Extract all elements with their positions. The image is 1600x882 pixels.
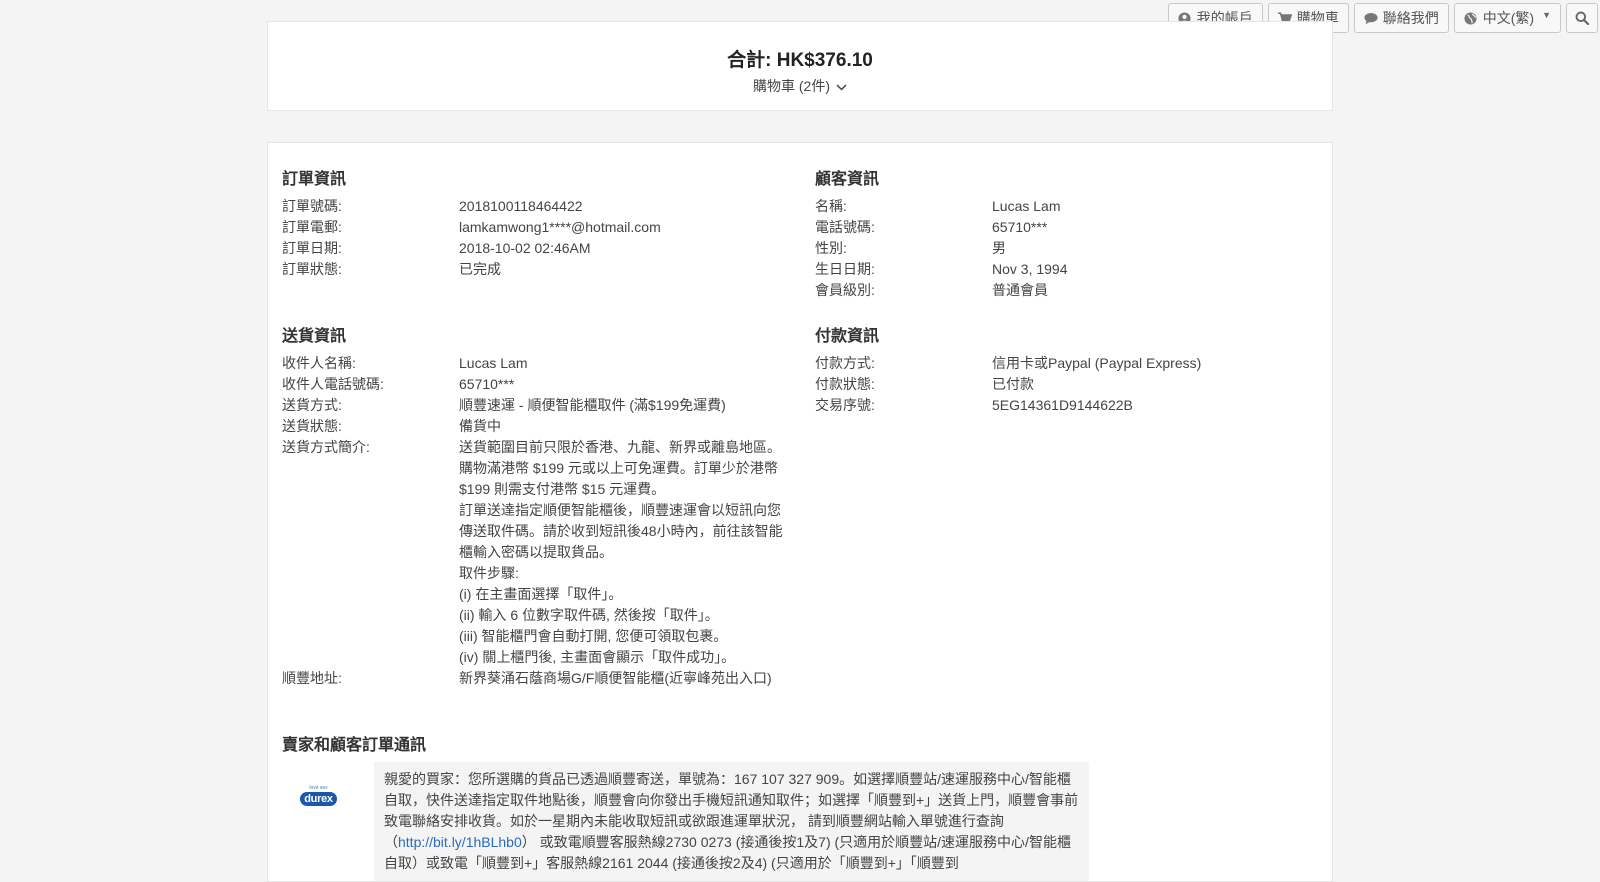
delivery-desc-paragraph: 送貨範圍目前只限於香港、九龍、新界或離島地區。購物滿港幣 $199 元或以上可免… — [459, 439, 781, 497]
search-button[interactable] — [1566, 3, 1598, 33]
customer-gender-label: 性別: — [815, 240, 847, 256]
order-status-row: 訂單狀態: 已完成 — [282, 259, 782, 280]
sf-address-value: 新界葵涌石蔭商場G/F順便智能櫃(近寧峰苑出入口) — [459, 670, 772, 686]
payment-status-label: 付款狀態: — [815, 376, 875, 392]
payment-method-row: 付款方式: 信用卡或Paypal (Paypal Express) — [815, 353, 1315, 374]
cart-items-label: 購物車 (2件) — [753, 78, 830, 94]
order-date-label: 訂單日期: — [282, 240, 342, 256]
delivery-method-desc-label: 送貨方式簡介: — [282, 439, 370, 455]
order-status-label: 訂單狀態: — [282, 261, 342, 277]
customer-birthday-label: 生日日期: — [815, 261, 875, 277]
order-info-title: 訂單資訊 — [282, 171, 347, 188]
language-dropdown[interactable]: 中文(繁) ▼ — [1453, 3, 1561, 33]
order-date-row: 訂單日期: 2018-10-02 02:46AM — [282, 238, 782, 259]
search-icon — [1575, 11, 1589, 25]
caret-down-icon: ▼ — [1542, 10, 1551, 20]
payment-method-label: 付款方式: — [815, 355, 875, 371]
order-status-value: 已完成 — [459, 261, 501, 277]
customer-name-label: 名稱: — [815, 198, 847, 214]
customer-name-value: Lucas Lam — [992, 198, 1061, 214]
sf-address-label: 順豐地址: — [282, 670, 342, 686]
language-label: 中文(繁) — [1482, 10, 1535, 26]
recipient-name-value: Lucas Lam — [459, 355, 528, 371]
communication-title: 賣家和顧客訂單通訊 — [282, 737, 427, 754]
order-email-row: 訂單電郵: lamkamwong1****@hotmail.com — [282, 217, 782, 238]
payment-status-row: 付款狀態: 已付款 — [815, 374, 1315, 395]
delivery-status-row: 送貨狀態: 備貨中 — [282, 416, 787, 437]
delivery-method-row: 送貨方式: 順豐速運 - 順便智能櫃取件 (滿$199免運費) — [282, 395, 787, 416]
delivery-desc-paragraph: (ii) 輸入 6 位數字取件碼, 然後按「取件」。 — [459, 607, 719, 623]
customer-member-level-label: 會員級別: — [815, 282, 875, 298]
chevron-down-icon — [836, 78, 847, 94]
delivery-status-value: 備貨中 — [459, 418, 501, 434]
delivery-desc-paragraph: (iv) 關上櫃門後, 主畫面會顯示「取件成功」。 — [459, 649, 736, 665]
delivery-method-desc-row: 送貨方式簡介: 送貨範圍目前只限於香港、九龍、新界或離島地區。購物滿港幣 $19… — [282, 437, 787, 668]
customer-info-title: 顧客資訊 — [815, 171, 880, 188]
delivery-desc-paragraph: (i) 在主畫面選擇「取件」。 — [459, 586, 623, 602]
tracking-link[interactable]: http://bit.ly/1hBLhb0 — [398, 834, 522, 850]
delivery-info-section: 送貨資訊 收件人名稱: Lucas Lam 收件人電話號碼: 65710*** … — [282, 322, 787, 689]
delivery-info-title: 送貨資訊 — [282, 328, 347, 345]
cart-items-toggle[interactable]: 購物車 (2件) — [753, 76, 847, 96]
customer-name-row: 名稱: Lucas Lam — [815, 196, 1315, 217]
order-info-section: 訂單資訊 訂單號碼: 2018100118464422 訂單電郵: lamkam… — [282, 165, 782, 280]
customer-member-level-row: 會員級別: 普通會員 — [815, 280, 1315, 301]
order-email-label: 訂單電郵: — [282, 219, 342, 235]
recipient-phone-value: 65710*** — [459, 376, 515, 392]
order-date-value: 2018-10-02 02:46AM — [459, 240, 591, 256]
delivery-desc-paragraph: (iii) 智能櫃門會自動打開, 您便可領取包裹。 — [459, 628, 728, 644]
payment-method-value: 信用卡或Paypal (Paypal Express) — [992, 355, 1202, 371]
seller-message: 親愛的買家：您所選購的貨品已透過順豐寄送，單號為：167 107 327 909… — [374, 762, 1089, 881]
customer-birthday-row: 生日日期: Nov 3, 1994 — [815, 259, 1315, 280]
customer-birthday-value: Nov 3, 1994 — [992, 261, 1068, 277]
customer-phone-label: 電話號碼: — [815, 219, 875, 235]
order-email-value: lamkamwong1****@hotmail.com — [459, 219, 661, 235]
customer-phone-row: 電話號碼: 65710*** — [815, 217, 1315, 238]
delivery-method-desc-value: 送貨範圍目前只限於香港、九龍、新界或離島地區。購物滿港幣 $199 元或以上可免… — [459, 437, 787, 668]
customer-gender-row: 性別: 男 — [815, 238, 1315, 259]
delivery-desc-paragraph: 訂單送達指定順便智能櫃後，順豐速運會以短訊向您傳送取件碼。請於收到短訊後48小時… — [459, 502, 783, 560]
customer-gender-value: 男 — [992, 240, 1006, 256]
order-number-label: 訂單號碼: — [282, 198, 342, 214]
seller-logo-tagline: love sex — [309, 785, 328, 791]
seller-logo-text: durex — [300, 792, 337, 806]
delivery-method-value: 順豐速運 - 順便智能櫃取件 (滿$199免運費) — [459, 397, 726, 413]
customer-phone-value: 65710*** — [992, 219, 1048, 235]
seller-avatar: love sex durex — [296, 773, 341, 818]
recipient-phone-label: 收件人電話號碼: — [282, 376, 384, 392]
contact-us-label: 聯絡我們 — [1382, 10, 1439, 26]
order-number-row: 訂單號碼: 2018100118464422 — [282, 196, 782, 217]
transaction-id-row: 交易序號: 5EG14361D9144622B — [815, 395, 1315, 416]
delivery-method-label: 送貨方式: — [282, 397, 342, 413]
order-number-value: 2018100118464422 — [459, 198, 583, 214]
order-details-card: 訂單資訊 訂單號碼: 2018100118464422 訂單電郵: lamkam… — [267, 142, 1333, 882]
transaction-id-label: 交易序號: — [815, 397, 875, 413]
payment-info-section: 付款資訊 付款方式: 信用卡或Paypal (Paypal Express) 付… — [815, 322, 1315, 416]
order-summary-card: 合計: HK$376.10 購物車 (2件) — [267, 21, 1333, 111]
chat-bubble-icon — [1364, 11, 1378, 25]
delivery-desc-paragraph: 取件步驟: — [459, 565, 519, 581]
payment-info-title: 付款資訊 — [815, 328, 880, 345]
recipient-name-row: 收件人名稱: Lucas Lam — [282, 353, 787, 374]
delivery-status-label: 送貨狀態: — [282, 418, 342, 434]
globe-icon — [1464, 11, 1478, 25]
transaction-id-value: 5EG14361D9144622B — [992, 397, 1133, 413]
recipient-phone-row: 收件人電話號碼: 65710*** — [282, 374, 787, 395]
recipient-name-label: 收件人名稱: — [282, 355, 356, 371]
payment-status-value: 已付款 — [992, 376, 1034, 392]
sf-address-row: 順豐地址: 新界葵涌石蔭商場G/F順便智能櫃(近寧峰苑出入口) — [282, 668, 787, 689]
customer-info-section: 顧客資訊 名稱: Lucas Lam 電話號碼: 65710*** 性別: 男 … — [815, 165, 1315, 301]
customer-member-level-value: 普通會員 — [992, 282, 1048, 298]
contact-us-button[interactable]: 聯絡我們 — [1353, 3, 1449, 33]
order-total: 合計: HK$376.10 — [727, 50, 873, 71]
